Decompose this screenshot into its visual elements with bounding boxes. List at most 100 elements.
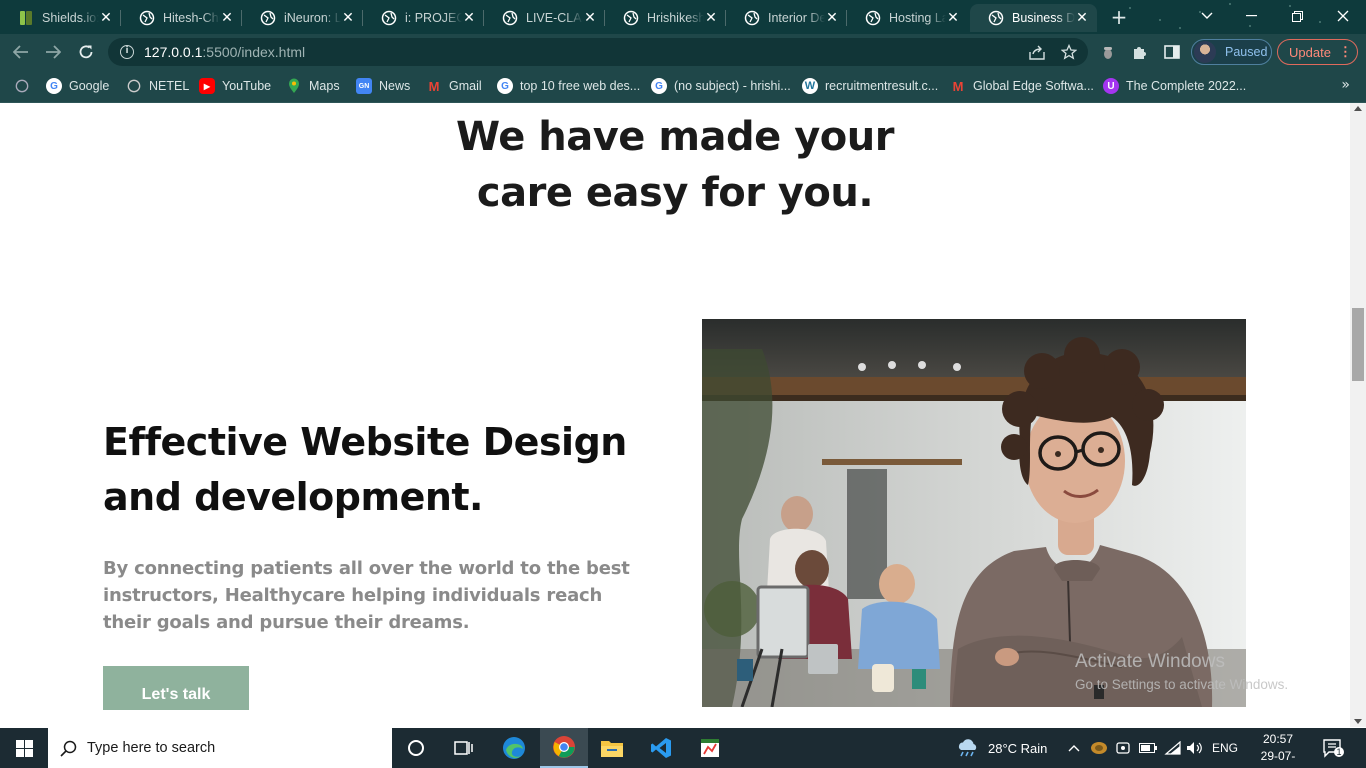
restore-button[interactable] bbox=[1274, 0, 1320, 32]
show-hidden-icons-chevron-icon[interactable] bbox=[1068, 728, 1080, 768]
hero-line-1: We have made your bbox=[456, 114, 894, 160]
page-scrollbar[interactable] bbox=[1350, 103, 1366, 727]
tab-hosting[interactable]: Hosting La ✕ bbox=[847, 4, 968, 32]
site-info-icon[interactable]: i bbox=[120, 45, 134, 59]
reload-icon[interactable] bbox=[73, 40, 99, 64]
tab-hrishikesh[interactable]: Hrishikesh ✕ bbox=[605, 4, 726, 32]
feature-heading: Effective Website Design and development… bbox=[103, 415, 663, 525]
meet-now-icon[interactable] bbox=[1115, 728, 1131, 768]
tab-ineuron[interactable]: iNeuron: Le ✕ bbox=[242, 4, 363, 32]
tray-app-icon[interactable] bbox=[1090, 728, 1108, 768]
google-icon: G bbox=[497, 78, 513, 94]
bookmark-label: (no subject) - hrishi... bbox=[674, 79, 791, 93]
bookmark-global-edge[interactable]: M Global Edge Softwa... bbox=[950, 76, 1094, 96]
globe-icon bbox=[14, 78, 30, 94]
bookmark-top10[interactable]: G top 10 free web des... bbox=[497, 76, 640, 96]
extension-acorn-icon[interactable] bbox=[1098, 42, 1118, 62]
edge-app[interactable] bbox=[490, 728, 538, 768]
close-tab-icon[interactable]: ✕ bbox=[704, 10, 718, 26]
clock-time: 20:57 bbox=[1262, 732, 1294, 746]
more-vert-icon: ⋮ bbox=[1338, 44, 1352, 59]
language-indicator[interactable]: ENG bbox=[1212, 728, 1238, 768]
tab-title: Interior De bbox=[768, 11, 825, 25]
task-view-button[interactable] bbox=[440, 728, 488, 768]
vscode-app[interactable] bbox=[637, 728, 685, 768]
close-tab-icon[interactable]: ✕ bbox=[825, 10, 839, 26]
close-window-button[interactable] bbox=[1320, 0, 1366, 32]
tab-live-class[interactable]: LIVE-CLASS ✕ bbox=[484, 4, 605, 32]
bookmark-no-subject[interactable]: G (no subject) - hrishi... bbox=[651, 76, 791, 96]
tab-business-active[interactable]: Business D ✕ bbox=[970, 4, 1097, 32]
tab-interior[interactable]: Interior De ✕ bbox=[726, 4, 847, 32]
scroll-down-arrow-icon[interactable] bbox=[1354, 719, 1362, 724]
scroll-up-arrow-icon[interactable] bbox=[1354, 106, 1362, 111]
share-icon[interactable] bbox=[1027, 42, 1047, 62]
back-arrow-icon[interactable] bbox=[8, 40, 34, 64]
battery-icon[interactable] bbox=[1139, 728, 1157, 768]
globe-icon bbox=[381, 10, 397, 26]
windows-start-button[interactable] bbox=[0, 728, 48, 768]
close-tab-icon[interactable]: ✕ bbox=[1075, 10, 1089, 26]
notifications-button[interactable]: 1 bbox=[1322, 728, 1344, 768]
wifi-icon[interactable] bbox=[1164, 728, 1182, 768]
tab-shields[interactable]: Shields.io: Q ✕ bbox=[0, 4, 121, 32]
bookmark-news[interactable]: GN News bbox=[356, 76, 410, 96]
url-path: :5500/index.html bbox=[202, 44, 306, 60]
close-tab-icon[interactable]: ✕ bbox=[462, 10, 476, 26]
hero-heading: We have made your care easy for you. bbox=[0, 109, 1350, 221]
close-tab-icon[interactable]: ✕ bbox=[220, 10, 234, 26]
tab-search-chevron-icon[interactable] bbox=[1184, 0, 1230, 32]
taskbar-app-green[interactable] bbox=[686, 728, 734, 768]
tab-project[interactable]: i: PROJECT ✕ bbox=[363, 4, 484, 32]
search-input[interactable] bbox=[87, 740, 367, 756]
search-icon bbox=[60, 740, 77, 757]
windows-taskbar: 28°C Rain ENG 20:57 29-07-2022 1 bbox=[0, 728, 1366, 768]
bookmarks-overflow-icon[interactable]: » bbox=[1341, 77, 1350, 93]
close-tab-icon[interactable]: ✕ bbox=[99, 10, 113, 26]
close-tab-icon[interactable]: ✕ bbox=[583, 10, 597, 26]
bookmark-gmail[interactable]: M Gmail bbox=[426, 76, 482, 96]
side-panel-icon[interactable] bbox=[1162, 42, 1182, 62]
taskbar-clock[interactable]: 20:57 29-07-2022 bbox=[1248, 731, 1308, 768]
taskbar-search[interactable] bbox=[48, 728, 392, 768]
office-woman-illustration bbox=[702, 319, 1246, 707]
minimize-button[interactable] bbox=[1228, 0, 1274, 32]
bookmark-label: recruitmentresult.c... bbox=[825, 79, 939, 93]
scrollbar-thumb[interactable] bbox=[1352, 308, 1364, 381]
bookmark-netel[interactable]: NETEL bbox=[126, 76, 189, 96]
update-button[interactable]: Update ⋮ bbox=[1277, 39, 1358, 65]
bookmark-youtube[interactable]: ▶ YouTube bbox=[199, 76, 271, 96]
watermark-subtitle: Go to Settings to activate Windows. bbox=[1075, 677, 1289, 692]
browser-toolbar: i 127.0.0.1:5500/index.html Paused Updat… bbox=[0, 34, 1366, 70]
weather-widget[interactable]: 28°C Rain bbox=[956, 728, 1047, 768]
bookmark-label: Global Edge Softwa... bbox=[973, 79, 1094, 93]
bookmark-star-icon[interactable] bbox=[1059, 42, 1079, 62]
bookmark-apps[interactable] bbox=[14, 76, 37, 96]
close-tab-icon[interactable]: ✕ bbox=[341, 10, 355, 26]
bookmark-label: NETEL bbox=[149, 79, 190, 93]
tab-hitesh[interactable]: Hitesh-Chou ✕ bbox=[121, 4, 242, 32]
new-tab-button[interactable]: + bbox=[1108, 6, 1130, 28]
bookmark-complete-2022[interactable]: U The Complete 2022... bbox=[1103, 76, 1246, 96]
forward-arrow-icon[interactable] bbox=[40, 40, 66, 64]
feature-line-1: Effective Website Design bbox=[103, 420, 627, 464]
close-tab-icon[interactable]: ✕ bbox=[946, 10, 960, 26]
youtube-icon: ▶ bbox=[199, 78, 215, 94]
task-view-icon bbox=[454, 741, 473, 755]
file-explorer-app[interactable] bbox=[588, 728, 636, 768]
bookmark-google[interactable]: G Google bbox=[46, 76, 109, 96]
lets-talk-button[interactable]: Let's talk bbox=[103, 666, 249, 710]
gmail-icon: M bbox=[428, 78, 440, 94]
volume-icon[interactable] bbox=[1186, 728, 1204, 768]
bookmark-recruitment[interactable]: W recruitmentresult.c... bbox=[802, 76, 938, 96]
bookmark-maps[interactable]: Maps bbox=[286, 76, 340, 96]
edge-icon bbox=[503, 737, 525, 759]
notification-count: 1 bbox=[1334, 747, 1344, 757]
cortana-button[interactable] bbox=[392, 728, 440, 768]
address-bar[interactable]: i 127.0.0.1:5500/index.html bbox=[108, 38, 1088, 66]
bookmark-label: News bbox=[379, 79, 411, 93]
profile-button[interactable]: Paused bbox=[1191, 39, 1272, 65]
extensions-puzzle-icon[interactable] bbox=[1130, 42, 1150, 62]
shields-icon bbox=[18, 10, 34, 26]
chrome-app[interactable] bbox=[540, 728, 588, 768]
